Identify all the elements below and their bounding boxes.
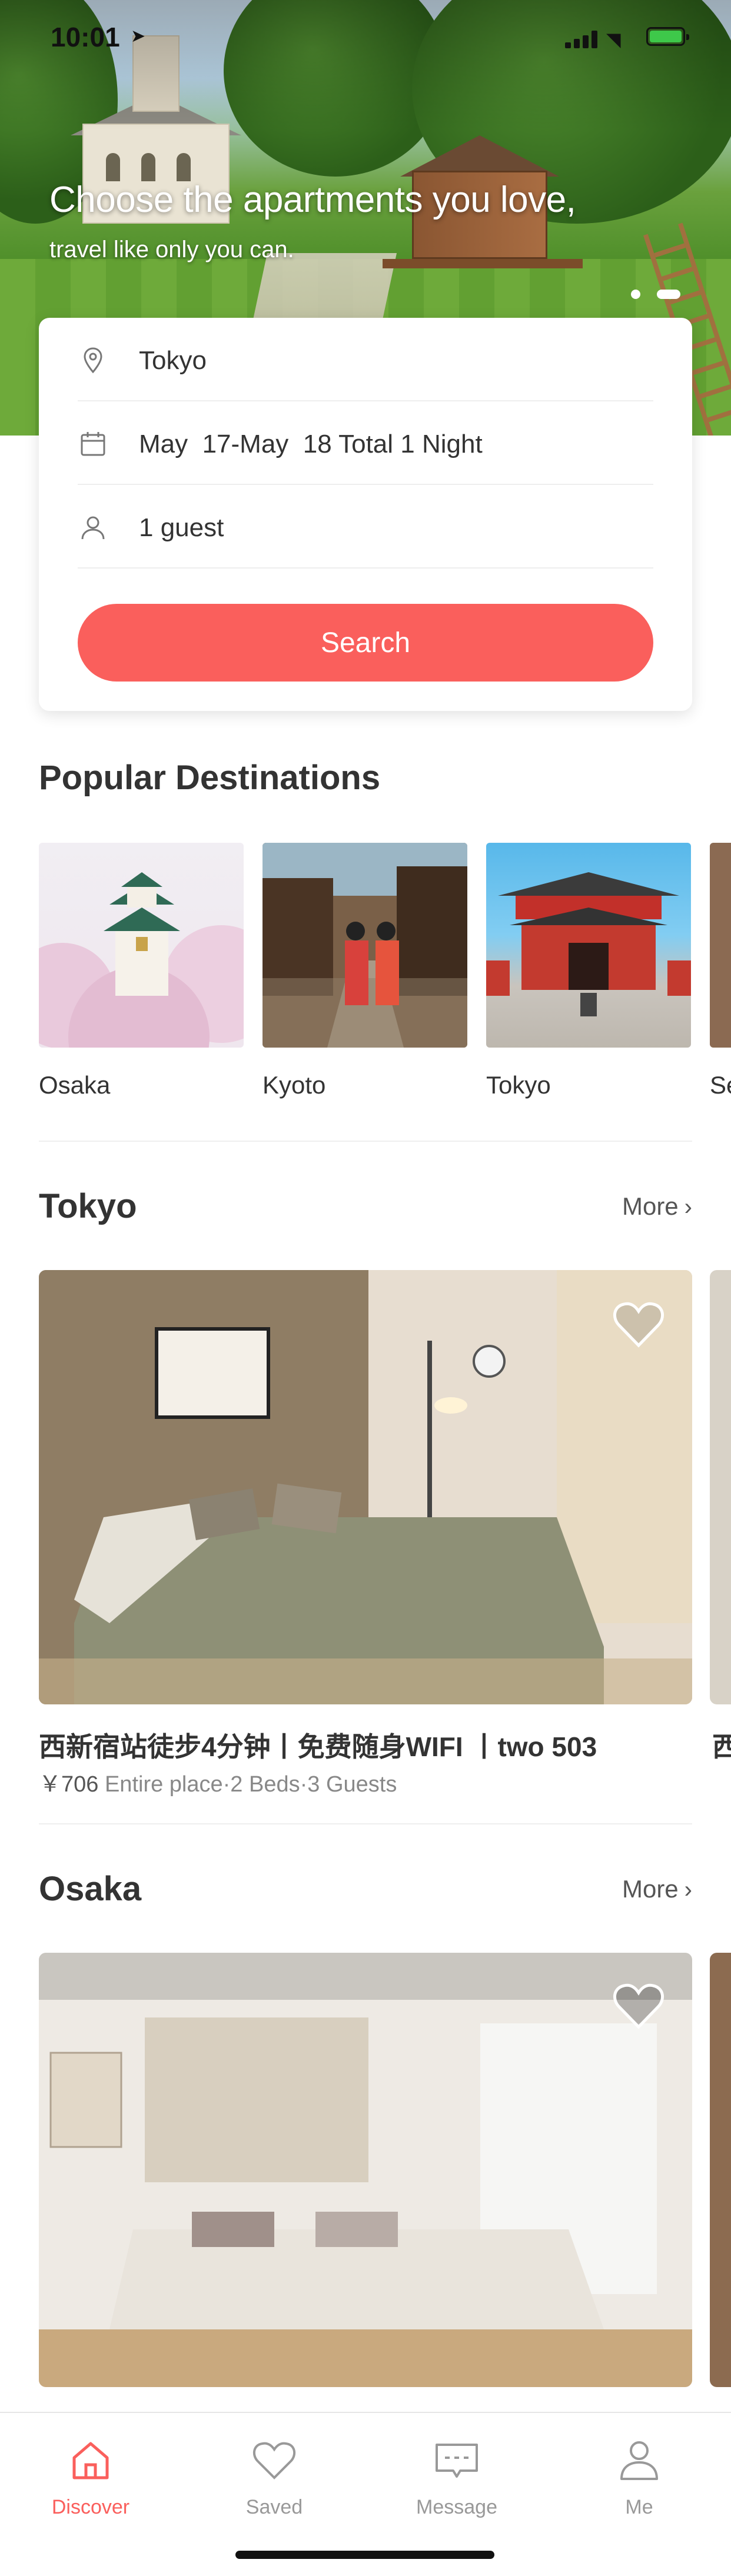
listing-image-partial[interactable]: [710, 1953, 731, 2387]
destination-image-tokyo: [486, 843, 691, 1048]
more-label: More: [622, 1192, 679, 1220]
calendar-icon: [81, 432, 105, 456]
location-value: Tokyo: [139, 346, 207, 375]
tab-label: Discover: [51, 2496, 130, 2518]
destination-name: Tokyo: [486, 1071, 551, 1099]
tab-label: Message: [416, 2496, 497, 2518]
carousel-dot[interactable]: [631, 290, 640, 299]
tab-me[interactable]: Me: [580, 2437, 698, 2519]
listing-details: Entire place·2 Beds·3 Guests: [98, 1772, 397, 1797]
popular-destinations-title: Popular Destinations: [39, 759, 381, 797]
home-icon: [72, 2442, 109, 2479]
tab-saved[interactable]: Saved: [215, 2437, 333, 2519]
osaka-section-title: Osaka: [39, 1870, 142, 1908]
wifi-icon: ◥: [606, 29, 621, 50]
discover-screen: 10:01 ➤ ◥ Choose the apartments you love…: [0, 0, 731, 2576]
listing-price: ￥706: [39, 1772, 99, 1797]
guest-field[interactable]: 1 guest: [78, 485, 653, 569]
tab-message[interactable]: Message: [398, 2437, 516, 2519]
destination-image-partial: [710, 843, 731, 1048]
tokyo-more-link[interactable]: More ›: [622, 1192, 692, 1221]
listing-title-partial[interactable]: 西: [712, 1726, 731, 1764]
status-bar: 10:01 ➤ ◥: [0, 0, 731, 77]
person-icon: [620, 2441, 658, 2480]
message-icon: [436, 2444, 478, 2478]
destination-image-osaka: [39, 843, 244, 1048]
location-field[interactable]: Tokyo: [78, 318, 653, 401]
tab-label: Me: [625, 2496, 653, 2518]
osaka-more-link[interactable]: More ›: [622, 1875, 692, 1903]
destination-card-kyoto[interactable]: Kyoto: [263, 843, 467, 1099]
destination-name: Kyoto: [263, 1071, 326, 1099]
tab-label: Saved: [245, 2496, 303, 2518]
home-indicator[interactable]: [235, 2551, 494, 2559]
location-arrow-icon: ➤: [131, 26, 146, 46]
listing-image-tokyo[interactable]: [39, 1270, 692, 1704]
chevron-right-icon: ›: [684, 1877, 692, 1903]
section-divider: [39, 1141, 692, 1142]
search-button[interactable]: Search: [78, 604, 653, 682]
destination-card-partial[interactable]: Se: [710, 843, 731, 1099]
destination-image-kyoto: [263, 843, 467, 1048]
heart-icon: [252, 2442, 296, 2479]
destination-card-osaka[interactable]: Osaka: [39, 843, 244, 1099]
carousel-dots[interactable]: [624, 287, 695, 301]
date-field[interactable]: May 17-May 18 Total 1 Night: [78, 401, 653, 485]
tab-discover[interactable]: Discover: [32, 2437, 149, 2519]
location-pin-icon: [84, 347, 102, 374]
signal-icon: [565, 31, 600, 48]
carousel-dot-active[interactable]: [657, 290, 680, 299]
status-time: 10:01: [51, 22, 120, 52]
listing-meta: ￥706 Entire place·2 Beds·3 Guests: [39, 1766, 397, 1798]
hero-subtitle: travel like only you can.: [49, 237, 294, 262]
listing-title[interactable]: 西新宿站徒步4分钟丨免费随身WIFI 丨two 503: [39, 1726, 597, 1764]
listing-image-partial[interactable]: [710, 1270, 731, 1704]
person-icon: [81, 516, 105, 540]
section-divider: [39, 1823, 692, 1824]
battery-icon: [646, 27, 689, 46]
chevron-right-icon: ›: [684, 1194, 692, 1220]
search-card: Tokyo May 17-May 18 Total 1 Night 1 gues…: [39, 318, 692, 711]
destination-card-tokyo[interactable]: Tokyo: [486, 843, 691, 1099]
more-label: More: [622, 1875, 679, 1903]
destination-name: Osaka: [39, 1071, 111, 1099]
tokyo-section-title: Tokyo: [39, 1187, 137, 1225]
listing-image-osaka[interactable]: [39, 1953, 692, 2387]
guest-value: 1 guest: [139, 513, 224, 542]
date-value: May 17-May 18 Total 1 Night: [139, 430, 483, 458]
destination-name: Se: [710, 1071, 731, 1099]
save-heart-icon[interactable]: [612, 1299, 665, 1349]
hero-title: Choose the apartments you love,: [49, 180, 576, 220]
save-heart-icon[interactable]: [612, 1981, 665, 2030]
